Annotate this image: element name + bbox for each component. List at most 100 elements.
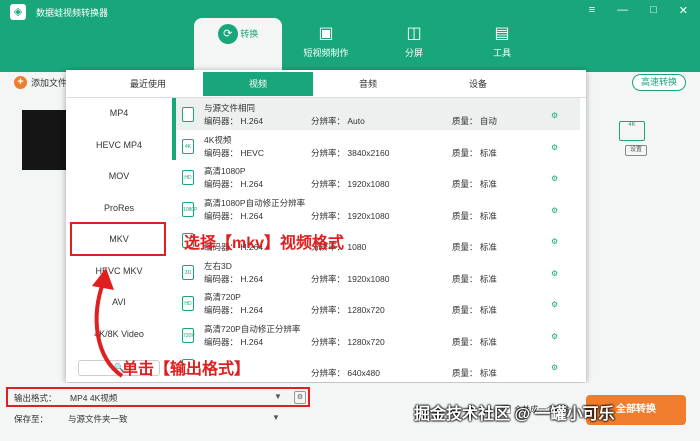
tab-recent[interactable]: 最近使用 bbox=[93, 72, 203, 96]
output-format-badge[interactable]: 4K 设置 bbox=[615, 121, 655, 163]
preset-settings-icon[interactable]: ⚙ bbox=[551, 332, 558, 341]
title-bar: ◈ 数据蛙视频转换器 ≡ — □ ✕ ⟳ 转换 ▣ 短视频制作 ◫ 分屏 ▤ 工… bbox=[0, 0, 700, 72]
main-nav: ⟳ 转换 ▣ 短视频制作 ◫ 分屏 ▤ 工具 bbox=[194, 18, 546, 72]
preset-settings-icon[interactable]: ⚙ bbox=[551, 269, 558, 278]
callout-select-mkv: 选择【mkv】视频格式 bbox=[184, 235, 345, 252]
preset-resolution: 分辨率： 1920x1080 bbox=[311, 210, 390, 221]
tab-split-screen-label: 分屏 bbox=[404, 48, 423, 58]
preset-name: 高清720P自动修正分辨率 bbox=[204, 323, 301, 334]
preset-encoder: 编码器： H.264 bbox=[204, 179, 264, 189]
convert-icon: ⟳ bbox=[217, 24, 238, 44]
preset-row[interactable]: 3D 左右3D 编码器： H.264 分辨率： 1920x1080 质量： 标准 ⚙ bbox=[176, 256, 580, 288]
preset-format-icon: 720P bbox=[182, 327, 195, 343]
preset-settings-icon[interactable]: ⚙ bbox=[551, 206, 558, 215]
preset-settings-icon[interactable]: ⚙ bbox=[551, 237, 558, 246]
tab-device[interactable]: 设备 bbox=[423, 72, 533, 96]
preset-resolution: 分辨率： 1280x720 bbox=[311, 336, 385, 347]
tab-short-video[interactable]: ▣ 短视频制作 bbox=[282, 18, 370, 66]
preset-resolution: 分辨率： 1920x1080 bbox=[311, 179, 390, 189]
output-format-label: 输出格式： bbox=[14, 393, 57, 403]
mkv-highlight-box bbox=[70, 222, 166, 256]
tab-video[interactable]: 视频 bbox=[203, 72, 313, 96]
tab-split-screen[interactable]: ◫ 分屏 bbox=[370, 18, 458, 66]
app-logo-icon: ◈ bbox=[10, 4, 26, 20]
preset-encoder: 编码器： HEVC bbox=[204, 147, 264, 158]
tab-short-video-label: 短视频制作 bbox=[303, 48, 349, 58]
save-label: 保存至： bbox=[14, 414, 49, 424]
preset-quality: 质量： 标准 bbox=[452, 147, 497, 158]
preset-format-icon: HD bbox=[182, 296, 194, 311]
preset-row[interactable]: 1080P 高清1080P自动修正分辨率 编码器： H.264 分辨率： 1920x1… bbox=[176, 193, 580, 225]
preset-quality: 质量： 标准 bbox=[452, 273, 497, 284]
save-dropdown-arrow-icon: ▼ bbox=[272, 413, 280, 422]
preset-name: 高清1080P自动修正分辨率 bbox=[204, 197, 306, 208]
add-file-label: 添加文件 bbox=[31, 78, 68, 88]
preset-encoder: 编码器： H.264 bbox=[204, 273, 264, 284]
preset-resolution: 分辨率： 1920x1080 bbox=[311, 273, 390, 284]
format-item-mov[interactable]: MOV bbox=[66, 161, 172, 193]
format-item-mp4[interactable]: MP4 bbox=[66, 98, 172, 130]
save-location-select[interactable]: 保存至： 与源文件夹一致 ▼ bbox=[14, 413, 280, 425]
preset-name: 与源文件相同 bbox=[204, 103, 256, 113]
preset-settings-icon[interactable]: ⚙ bbox=[551, 363, 558, 372]
callout-click-output: 单击【输出格式】 bbox=[122, 361, 251, 378]
preset-name: 高清1080P bbox=[204, 166, 246, 176]
preset-row[interactable]: 与源文件相同 编码器： H.264 分辨率： Auto 质量： 自动 ⚙ bbox=[176, 98, 580, 130]
preset-encoder: 编码器： H.264 bbox=[204, 210, 264, 221]
preset-row[interactable]: HD 高清1080P 编码器： H.264 分辨率： 1920x1080 质量： 标准 ⚙ bbox=[176, 161, 580, 193]
fast-convert-button[interactable]: 高速转换 bbox=[631, 74, 686, 91]
preset-quality: 质量： 自动 bbox=[452, 116, 497, 126]
maximize-icon[interactable]: □ bbox=[650, 4, 657, 17]
preset-resolution: 分辨率： Auto bbox=[311, 116, 365, 126]
preset-format-icon: 4K bbox=[182, 138, 194, 154]
toolbox-icon: ▤ bbox=[494, 25, 510, 42]
format-item-hevc-mp4[interactable]: HEVC MP4 bbox=[66, 130, 172, 162]
preset-quality: 质量： 标准 bbox=[452, 336, 497, 347]
watermark: 掘金技术社区 @ 一罐小可乐 bbox=[414, 406, 615, 423]
preset-row[interactable]: HD 高清720P 编码器： H.264 分辨率： 1280x720 质量： 标准 ⚙ bbox=[176, 287, 580, 319]
preset-encoder: 编码器： H.264 bbox=[204, 336, 264, 347]
preset-format-icon: HD bbox=[182, 170, 194, 185]
video-thumbnail[interactable] bbox=[22, 110, 66, 170]
tab-tools-label: 工具 bbox=[492, 48, 511, 58]
preset-format-icon bbox=[182, 107, 194, 122]
format-4k-icon: 4K bbox=[619, 121, 645, 141]
preset-resolution: 分辨率： 1280x720 bbox=[311, 305, 385, 315]
preset-name: 左右3D bbox=[204, 260, 232, 271]
format-tabs: 最近使用 视频 音频 设备 bbox=[93, 72, 533, 96]
preset-settings-icon[interactable]: ⚙ bbox=[551, 174, 558, 183]
app-title: 数据蛙视频转换器 bbox=[36, 8, 109, 18]
minimize-icon[interactable]: — bbox=[617, 4, 628, 17]
preset-quality: 质量： 标准 bbox=[452, 210, 497, 221]
tab-convert[interactable]: ⟳ 转换 bbox=[194, 18, 282, 72]
menu-icon[interactable]: ≡ bbox=[589, 4, 595, 17]
tab-convert-label: 转换 bbox=[240, 29, 259, 39]
settings-button[interactable]: 设置 bbox=[625, 145, 647, 156]
preset-settings-icon[interactable]: ⚙ bbox=[551, 111, 558, 120]
add-file-button[interactable]: + 添加文件 bbox=[14, 76, 67, 89]
output-format-select[interactable]: 输出格式： MP4 4K视频 ▼ ⚙ bbox=[6, 387, 310, 407]
preset-row[interactable]: 720P 高清720P自动修正分辨率 编码器： H.264 分辨率： 1280x720… bbox=[176, 319, 580, 351]
window-controls: ≡ — □ ✕ bbox=[589, 4, 688, 17]
tab-tools[interactable]: ▤ 工具 bbox=[458, 18, 546, 66]
preset-quality: 质量： 标准 bbox=[452, 368, 497, 378]
preset-name: 高清720P bbox=[204, 292, 241, 302]
tab-audio[interactable]: 音频 bbox=[313, 72, 423, 96]
split-screen-icon: ◫ bbox=[406, 25, 422, 42]
preset-settings-icon[interactable]: ⚙ bbox=[551, 300, 558, 309]
close-icon[interactable]: ✕ bbox=[679, 4, 688, 17]
save-location-value: 与源文件夹一致 bbox=[68, 414, 128, 424]
output-settings-icon[interactable]: ⚙ bbox=[294, 391, 306, 404]
preset-quality: 质量： 标准 bbox=[452, 242, 497, 252]
preset-name: 4K视频 bbox=[204, 134, 232, 145]
plus-icon: + bbox=[14, 76, 27, 89]
tv-icon: ▣ bbox=[318, 25, 334, 42]
format-item-prores[interactable]: ProRes bbox=[66, 193, 172, 225]
preset-settings-icon[interactable]: ⚙ bbox=[551, 143, 558, 152]
preset-resolution: 分辨率： 640x480 bbox=[311, 368, 380, 378]
preset-resolution: 分辨率： 3840x2160 bbox=[311, 147, 390, 158]
preset-row[interactable]: 4K 4K视频编码器： HEVC 分辨率： 3840x2160 质量： 标准 ⚙ bbox=[176, 130, 580, 162]
preset-quality: 质量： 标准 bbox=[452, 305, 497, 315]
preset-encoder: 编码器： H.264 bbox=[204, 116, 264, 126]
dropdown-arrow-icon: ▼ bbox=[274, 392, 282, 401]
